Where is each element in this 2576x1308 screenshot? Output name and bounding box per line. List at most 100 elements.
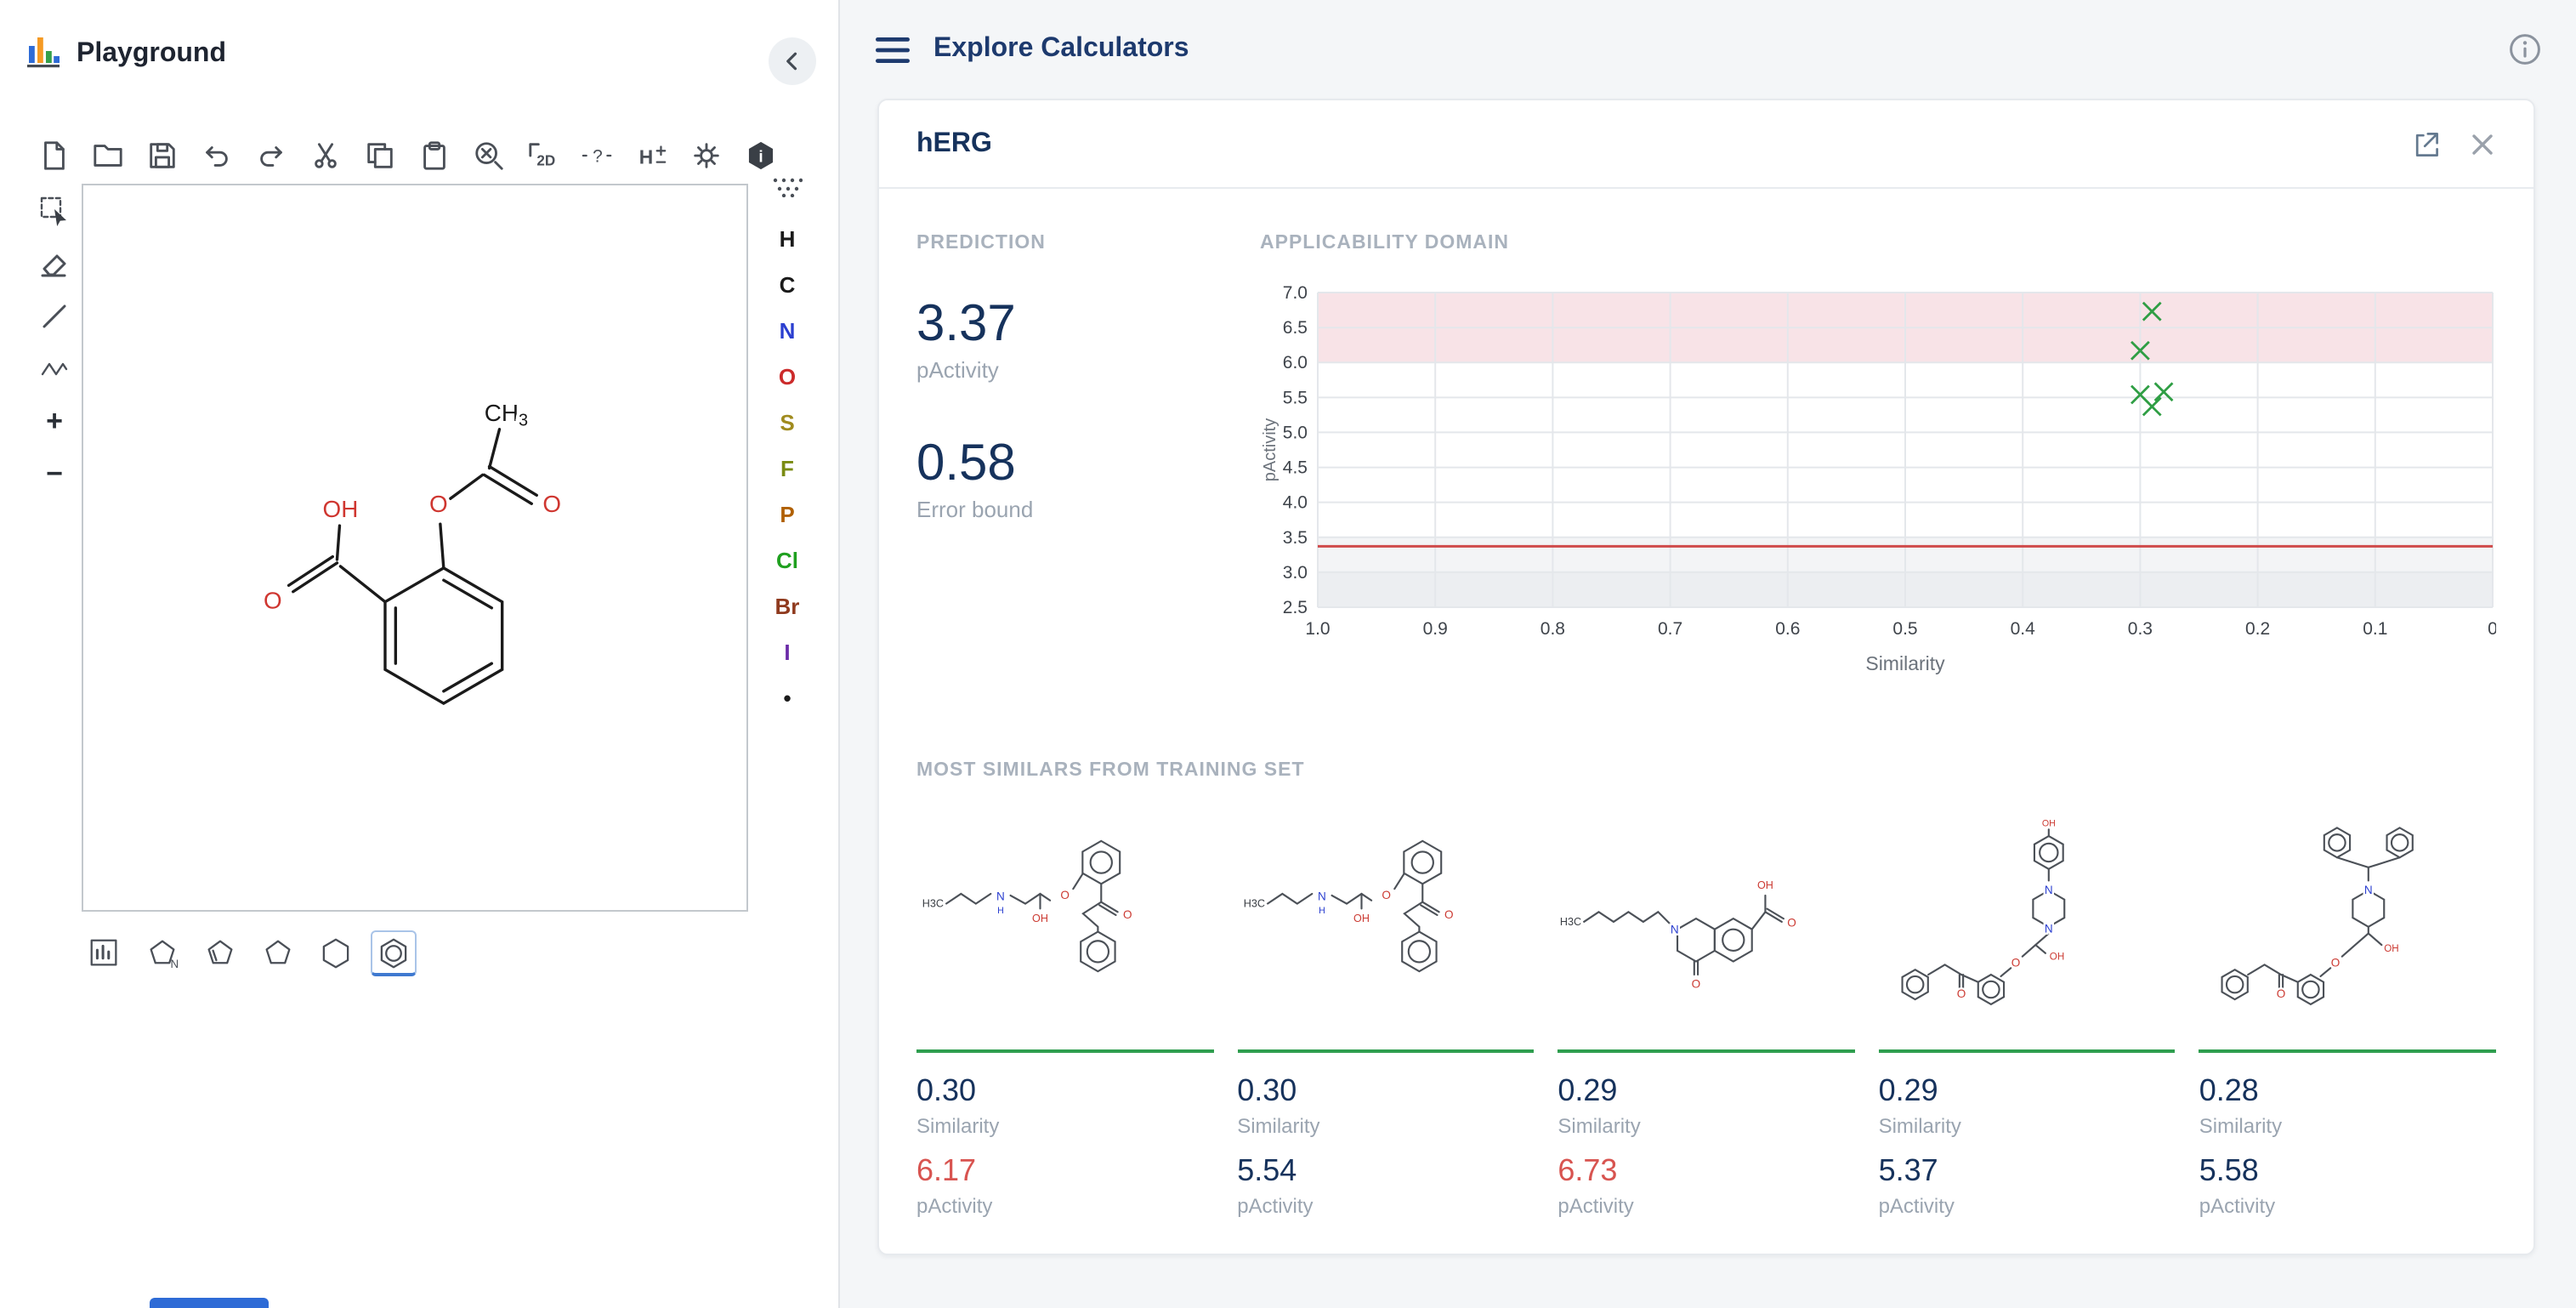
- svg-text:0: 0: [2488, 619, 2496, 639]
- pactivity-label: pActivity: [916, 1194, 1213, 1218]
- close-button[interactable]: [2469, 130, 2496, 157]
- similarity-value: 0.30: [1237, 1073, 1534, 1109]
- periodic-element-column: HCNOSFP Cl Br I •: [755, 177, 820, 711]
- open-folder-icon: [92, 139, 124, 172]
- svg-text:H: H: [639, 146, 653, 168]
- pactivity-value: 6.73: [1558, 1153, 1854, 1189]
- element-button-O[interactable]: O: [779, 362, 796, 390]
- molecule-canvas[interactable]: O O O OH CH3: [82, 184, 748, 912]
- similar-compound-card-5[interactable]: N OH O O 0.28 Similarity 5.58 pActivity: [2199, 794, 2496, 1233]
- template-library-icon: [87, 936, 122, 971]
- fragment-icon: [772, 177, 803, 197]
- svg-text:4.5: 4.5: [1283, 458, 1308, 478]
- chain-tool-button[interactable]: [34, 349, 75, 390]
- redo-button[interactable]: [252, 136, 291, 175]
- calculator-title: hERG: [916, 128, 2384, 159]
- charge-minus-button[interactable]: −: [34, 454, 75, 495]
- panel-title: Explore Calculators: [933, 34, 1189, 65]
- similar-molecule-structure: H3C N O OH O: [1558, 794, 1854, 1046]
- applicability-domain-label: APPLICABILITY DOMAIN: [1260, 233, 2496, 253]
- erase-structure-button[interactable]: [469, 136, 508, 175]
- n-ring-icon: N: [145, 936, 180, 971]
- collapse-panel-button[interactable]: [769, 37, 816, 85]
- svg-text:N: N: [171, 958, 179, 970]
- chevron-left-icon: [780, 49, 804, 73]
- chain-icon: [37, 352, 71, 386]
- element-button-H[interactable]: H: [780, 225, 796, 252]
- paste-button[interactable]: [415, 136, 454, 175]
- export-button[interactable]: [2411, 128, 2442, 159]
- fragment-tool-button[interactable]: [772, 177, 803, 202]
- element-button-P[interactable]: P: [780, 500, 794, 527]
- template-cyclopentane-button[interactable]: [255, 930, 301, 976]
- prediction-value-label: pActivity: [916, 357, 1260, 383]
- svg-text:0.4: 0.4: [2011, 619, 2036, 639]
- settings-button[interactable]: [687, 136, 726, 175]
- template-n-ring-button[interactable]: N: [139, 930, 185, 976]
- svg-text:2.5: 2.5: [1283, 598, 1308, 617]
- about-button[interactable]: i: [741, 136, 780, 175]
- herg-card: hERG PREDICTION 3.37 pActivity 0.58 Erro…: [877, 99, 2535, 1255]
- element-button-F[interactable]: F: [780, 454, 794, 481]
- playground-logo-icon: [27, 31, 61, 77]
- template-library-button[interactable]: [82, 930, 128, 976]
- svg-text:i: i: [758, 149, 763, 167]
- copy-button[interactable]: [360, 136, 400, 175]
- bond-tool-button[interactable]: [34, 296, 75, 337]
- svg-text:0.1: 0.1: [2363, 619, 2387, 639]
- svg-text:0.9: 0.9: [1423, 619, 1448, 639]
- most-similars-section: MOST SIMILARS FROM TRAINING SET: [916, 760, 2496, 1233]
- similar-compound-card-4[interactable]: OH N N OH O O 0.29 Similarity: [1879, 794, 2176, 1233]
- svg-text:2D: 2D: [536, 152, 555, 168]
- element-button-Br[interactable]: Br: [775, 592, 800, 619]
- menu-button[interactable]: [874, 35, 911, 64]
- layout-2d-button[interactable]: 2D: [524, 136, 563, 175]
- eraser-icon: [37, 247, 71, 281]
- new-document-button[interactable]: [34, 136, 73, 175]
- svg-text:OH: OH: [2385, 943, 2399, 954]
- svg-text:0.8: 0.8: [1540, 619, 1565, 639]
- hydrogens-button[interactable]: H: [633, 136, 672, 175]
- element-button-C[interactable]: C: [780, 270, 796, 298]
- undo-button[interactable]: [197, 136, 236, 175]
- similarity-label: Similarity: [1237, 1114, 1534, 1138]
- element-button-Cl[interactable]: Cl: [776, 546, 798, 573]
- element-button-S[interactable]: S: [780, 408, 794, 435]
- element-button-N[interactable]: N: [780, 316, 796, 344]
- svg-text:0.5: 0.5: [1892, 619, 1917, 639]
- save-button[interactable]: [143, 136, 182, 175]
- hydroxyl-label: OH: [323, 496, 359, 522]
- query-properties-button[interactable]: ?: [578, 136, 617, 175]
- template-benzene-button[interactable]: [371, 930, 417, 976]
- cut-button[interactable]: [306, 136, 345, 175]
- select-tool-button[interactable]: [34, 191, 75, 231]
- template-cyclopentadiene-button[interactable]: [197, 930, 243, 976]
- svg-text:OH: OH: [1353, 913, 1369, 924]
- template-cyclohexane-button[interactable]: [313, 930, 359, 976]
- herg-card-header: hERG: [879, 100, 2533, 189]
- erase-tool-button[interactable]: [34, 243, 75, 284]
- svg-text:N: N: [1317, 890, 1325, 903]
- query-icon: ?: [580, 139, 616, 172]
- svg-text:H: H: [997, 906, 1004, 916]
- similarity-bar: [1879, 1049, 2176, 1053]
- similarity-bar: [916, 1049, 1213, 1053]
- info-button[interactable]: [2508, 32, 2542, 66]
- svg-text:3.0: 3.0: [1283, 563, 1308, 583]
- svg-text:O: O: [2331, 956, 2341, 969]
- svg-text:0.2: 0.2: [2245, 619, 2270, 639]
- any-atom-button[interactable]: •: [783, 684, 791, 711]
- svg-text:?: ?: [593, 147, 603, 167]
- scissors-icon: [309, 139, 342, 172]
- similar-compound-card-1[interactable]: H3C N H OH O O 0.30 Similarity: [916, 794, 1213, 1233]
- svg-text:OH: OH: [2049, 952, 2063, 963]
- charge-plus-button[interactable]: +: [34, 401, 75, 442]
- similar-compound-card-3[interactable]: H3C N O OH O 0.29 Similarity 6.73: [1558, 794, 1854, 1233]
- benzene-icon: [376, 935, 411, 970]
- element-button-I[interactable]: I: [784, 638, 790, 665]
- select-rectangle-icon: [37, 194, 71, 228]
- open-button[interactable]: [88, 136, 128, 175]
- similar-compound-card-2[interactable]: H3C N H OH O O 0.30 Similarity: [1237, 794, 1534, 1233]
- pactivity-label: pActivity: [1558, 1194, 1854, 1218]
- svg-text:4.0: 4.0: [1283, 493, 1308, 513]
